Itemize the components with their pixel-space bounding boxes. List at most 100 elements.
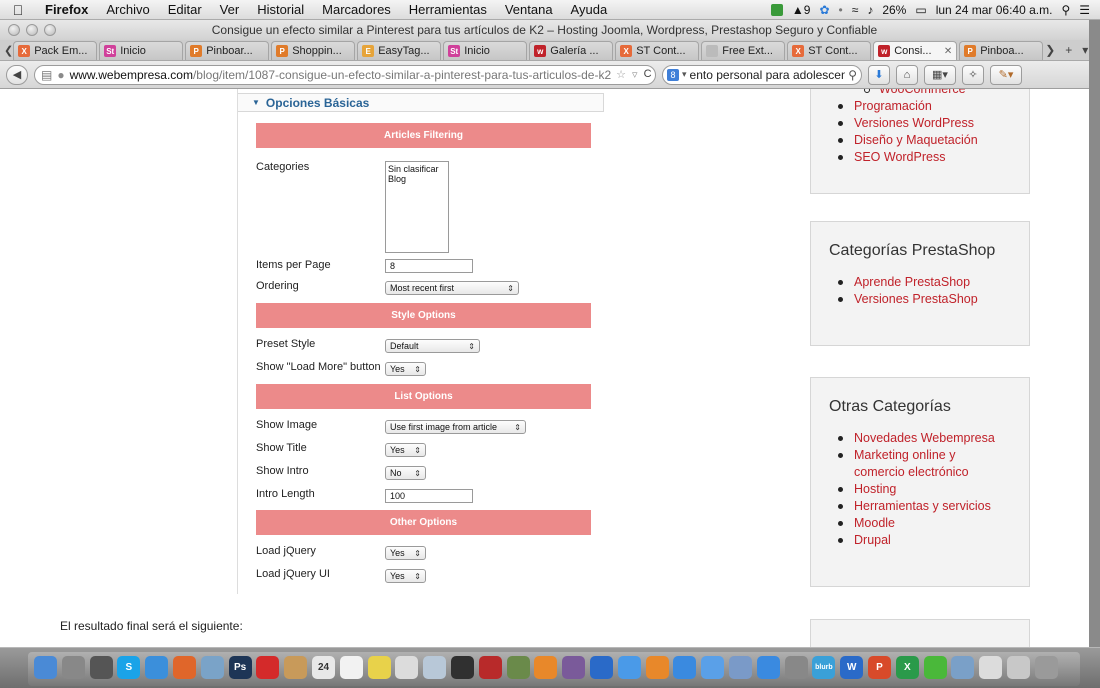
search-icon[interactable]: ⚲ — [848, 68, 857, 82]
category-link[interactable]: Aprende PrestaShop — [835, 274, 1029, 291]
excel-icon[interactable]: X — [895, 656, 919, 679]
category-link[interactable]: Hosting — [835, 481, 1005, 498]
preview-icon[interactable] — [200, 656, 224, 679]
basic-options-header[interactable]: ▼ Opciones Básicas — [238, 93, 604, 112]
battery-percent[interactable]: 26% — [882, 3, 906, 17]
menu-ayuda[interactable]: Ayuda — [562, 2, 617, 17]
word-icon[interactable]: W — [840, 656, 864, 679]
tab-7[interactable]: X ST Cont... — [615, 41, 700, 60]
menu-archivo[interactable]: Archivo — [97, 2, 158, 17]
show-intro-select[interactable]: No ⇕ — [385, 466, 426, 480]
show-image-select[interactable]: Use first image from article ⇕ — [385, 420, 526, 434]
downloader-icon[interactable] — [756, 656, 780, 679]
notes-icon[interactable] — [367, 656, 391, 679]
dropbox-icon[interactable]: ✿ — [819, 3, 829, 17]
items-per-page-input[interactable]: 8 — [385, 259, 473, 273]
bookmarks-button[interactable]: ▦▾ — [924, 64, 956, 85]
search-input[interactable]: ento personal para adolescentes — [690, 68, 846, 82]
bookmark-star-icon[interactable]: ☆ — [616, 68, 626, 81]
downloads-icon[interactable] — [1007, 656, 1030, 679]
skype-icon[interactable]: S — [117, 656, 141, 679]
load-jquery-select[interactable]: Yes ⇕ — [385, 546, 426, 560]
search-engine-icon[interactable]: 8 — [667, 68, 679, 81]
tab-list-icon[interactable]: ▾ — [1082, 43, 1088, 57]
system-prefs-icon[interactable] — [784, 656, 808, 679]
search-bar[interactable]: 8 ▾ ento personal para adolescentes ⚲ — [662, 64, 862, 85]
category-link[interactable]: Diseño y Maquetación — [835, 132, 1029, 149]
tab-6[interactable]: w Galería ... — [529, 41, 614, 60]
menu-ventana[interactable]: Ventana — [496, 2, 562, 17]
quicktime-icon[interactable] — [451, 656, 474, 679]
photoshop-icon[interactable]: Ps — [228, 656, 252, 679]
ordering-select[interactable]: Most recent first ⇕ — [385, 281, 519, 295]
category-link[interactable]: Novedades Webempresa — [835, 430, 1005, 447]
url-dropdown-icon[interactable]: ▿ — [632, 68, 638, 81]
intro-length-input[interactable]: 100 — [385, 489, 473, 503]
addon-button[interactable]: ✧ — [962, 64, 984, 85]
close-window-button[interactable] — [8, 24, 20, 36]
photobooth-icon[interactable] — [478, 656, 502, 679]
textedit-icon[interactable] — [395, 656, 419, 679]
imovie-icon[interactable] — [562, 656, 586, 679]
back-button[interactable]: ◀ — [6, 64, 28, 85]
app-store-icon[interactable] — [673, 656, 697, 679]
mission-control-icon[interactable] — [89, 656, 113, 679]
eye-icon[interactable] — [729, 656, 752, 679]
trash-icon[interactable] — [1034, 656, 1058, 679]
finder-icon[interactable] — [34, 656, 57, 679]
wifi-icon[interactable]: ≈ — [852, 3, 859, 17]
addon-menu-button[interactable]: ✎▾ — [990, 64, 1022, 85]
clock[interactable]: lun 24 mar 06:40 a.m. — [936, 3, 1053, 17]
menu-editar[interactable]: Editar — [159, 2, 211, 17]
bluetooth-icon[interactable] — [951, 656, 975, 679]
ibooks-icon[interactable] — [645, 656, 669, 679]
photo-icon[interactable] — [506, 656, 530, 679]
category-link[interactable]: Versiones PrestaShop — [835, 291, 1029, 308]
notification-center-icon[interactable]: ☰ — [1079, 3, 1090, 17]
sync-icon[interactable] — [701, 656, 725, 679]
tab-8[interactable]: Free Ext... — [701, 41, 786, 60]
category-option[interactable]: Blog — [388, 174, 446, 184]
category-link[interactable]: Programación — [835, 98, 1029, 115]
category-option[interactable]: Sin clasificar — [388, 164, 446, 174]
documents-icon[interactable] — [979, 656, 1003, 679]
tab-10[interactable]: w Consi... ✕ — [873, 41, 958, 60]
tab-scroll-right-icon[interactable]: ❯ — [1045, 43, 1055, 57]
downloads-button[interactable]: ⬇ — [868, 64, 890, 85]
category-link[interactable]: Moodle — [835, 515, 1005, 532]
launchpad-icon[interactable] — [61, 656, 85, 679]
quicktime-x-icon[interactable] — [590, 656, 613, 679]
menu-ver[interactable]: Ver — [211, 2, 249, 17]
battery-icon[interactable]: ▭ — [915, 3, 926, 17]
contacts-icon[interactable] — [284, 656, 308, 679]
preview2-icon[interactable] — [423, 656, 447, 679]
category-link[interactable]: Versiones WordPress — [835, 115, 1029, 132]
tab-4[interactable]: E EasyTag... — [357, 41, 442, 60]
media-icon[interactable] — [923, 656, 947, 679]
new-tab-icon[interactable]: + — [1065, 43, 1072, 57]
search-engine-dropdown-icon[interactable]: ▾ — [682, 69, 687, 80]
menu-historial[interactable]: Historial — [248, 2, 313, 17]
blurb-icon[interactable]: blurb — [812, 656, 836, 679]
category-link[interactable]: WooCommerce — [835, 89, 1029, 98]
menu-firefox[interactable]: Firefox — [36, 2, 97, 17]
reminders-icon[interactable] — [339, 656, 363, 679]
safari-icon[interactable] — [145, 656, 169, 679]
adobe-status-icon[interactable]: ▲9 — [792, 3, 811, 17]
tab-1[interactable]: St Inicio — [99, 41, 184, 60]
preset-style-select[interactable]: Default ⇕ — [385, 339, 480, 353]
category-link[interactable]: Drupal — [835, 532, 1005, 549]
calendar-icon[interactable]: 24 — [312, 656, 335, 679]
collapse-arrow-icon[interactable]: ▼ — [252, 98, 260, 107]
show-title-select[interactable]: Yes ⇕ — [385, 443, 426, 457]
tab-0[interactable]: X Pack Em... — [13, 41, 98, 60]
menu-herramientas[interactable]: Herramientas — [400, 2, 496, 17]
firefox-icon[interactable] — [173, 656, 196, 679]
show-load-more-select[interactable]: Yes ⇕ — [385, 362, 426, 376]
close-tab-icon[interactable]: ✕ — [944, 46, 952, 57]
minimize-window-button[interactable] — [26, 24, 38, 36]
acrobat-icon[interactable] — [256, 656, 280, 679]
powerpoint-icon[interactable]: P — [868, 656, 891, 679]
bluetooth-status-icon[interactable]: • — [839, 3, 843, 17]
tab-11[interactable]: P Pinboa... — [959, 41, 1044, 60]
